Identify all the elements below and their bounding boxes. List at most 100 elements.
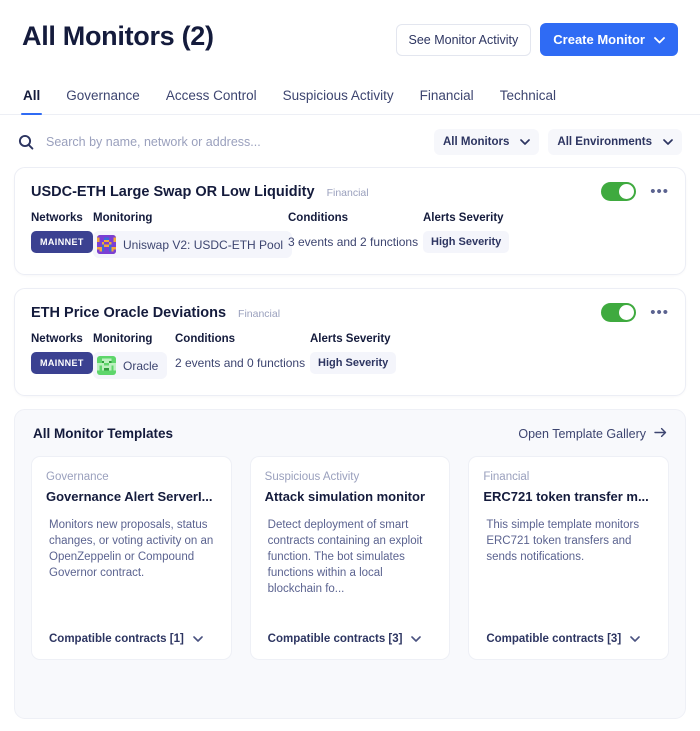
more-options-icon[interactable]: •••: [650, 305, 669, 320]
monitor-severity-column: Alerts Severity High Severity: [423, 212, 510, 253]
create-monitor-button[interactable]: Create Monitor: [540, 23, 678, 56]
page-title: All Monitors (2): [22, 21, 214, 51]
all-environments-filter-label: All Environments: [557, 136, 652, 148]
monitor-card-header: ETH Price Oracle Deviations Financial ••…: [31, 303, 669, 322]
monitoring-label: Monitoring: [93, 333, 153, 345]
compatible-contracts-label: Compatible contracts [1]: [49, 633, 184, 645]
monitors-page: All Monitors (2) See Monitor Activity Cr…: [0, 0, 700, 731]
search-input[interactable]: [46, 135, 424, 149]
monitor-card[interactable]: USDC-ETH Large Swap OR Low Liquidity Fin…: [14, 167, 686, 275]
search-icon: [18, 134, 34, 150]
category-tabs: All Governance Access Control Suspicious…: [0, 78, 700, 115]
identicon-icon: [97, 356, 116, 375]
conditions-label: Conditions: [175, 333, 236, 345]
monitor-category: Financial: [238, 307, 281, 320]
chevron-down-icon: [411, 634, 422, 644]
network-badge: MAINNET: [31, 231, 93, 253]
network-badge: MAINNET: [31, 352, 93, 374]
all-monitors-filter-label: All Monitors: [442, 136, 510, 148]
monitor-name: USDC-ETH Large Swap OR Low Liquidity: [31, 183, 315, 200]
conditions-label: Conditions: [288, 212, 349, 224]
monitor-name: ETH Price Oracle Deviations: [31, 304, 227, 321]
templates-header: All Monitor Templates Open Template Gall…: [31, 426, 669, 441]
compatible-contracts-toggle[interactable]: Compatible contracts [3]: [265, 633, 436, 645]
chevron-down-icon: [520, 136, 531, 148]
header-actions: See Monitor Activity Create Monitor: [395, 18, 678, 56]
template-description: This simple template monitors ERC721 tok…: [486, 519, 640, 563]
tab-governance[interactable]: Governance: [53, 78, 153, 114]
more-options-icon[interactable]: •••: [650, 184, 669, 199]
networks-label: Networks: [31, 333, 83, 345]
all-environments-filter[interactable]: All Environments: [548, 129, 682, 155]
search-wrapper: [18, 134, 424, 150]
alerts-severity-label: Alerts Severity: [423, 212, 504, 224]
compatible-contracts-label: Compatible contracts [3]: [486, 633, 622, 645]
monitoring-target-label: Oracle: [123, 358, 159, 373]
status-badge: High Severity: [423, 231, 510, 253]
template-card[interactable]: Financial ERC721 token transfer m... Thi…: [468, 456, 669, 660]
filter-group: All Monitors All Environments: [433, 129, 682, 155]
compatible-contracts-label: Compatible contracts [3]: [267, 633, 403, 645]
monitor-enabled-toggle[interactable]: [601, 182, 637, 201]
chevron-down-icon: [654, 33, 665, 46]
monitor-card-controls: •••: [601, 182, 669, 201]
template-description: Monitors new proposals, status changes, …: [49, 519, 214, 579]
monitor-identity: ETH Price Oracle Deviations Financial: [31, 305, 280, 321]
template-card[interactable]: Suspicious Activity Attack simulation mo…: [249, 456, 451, 660]
monitor-templates-panel: All Monitor Templates Open Template Gall…: [14, 409, 686, 719]
monitor-conditions-column: Conditions 3 events and 2 functions: [288, 212, 423, 249]
tab-suspicious-activity[interactable]: Suspicious Activity: [270, 78, 407, 114]
toggle-knob: [619, 305, 635, 320]
alerts-severity-label: Alerts Severity: [310, 333, 391, 345]
templates-title: All Monitor Templates: [33, 426, 174, 441]
tab-access-control[interactable]: Access Control: [153, 78, 270, 114]
monitor-card[interactable]: ETH Price Oracle Deviations Financial ••…: [14, 288, 686, 396]
compatible-contracts-toggle[interactable]: Compatible contracts [3]: [483, 633, 654, 645]
open-template-gallery-label: Open Template Gallery: [518, 426, 646, 441]
template-description: Detect deployment of smart contracts con…: [267, 519, 423, 595]
template-category: Suspicious Activity: [264, 471, 360, 483]
monitor-category: Financial: [326, 186, 369, 199]
template-title: ERC721 token transfer m...: [483, 489, 649, 504]
monitor-conditions-column: Conditions 2 events and 0 functions: [175, 333, 310, 370]
monitor-enabled-toggle[interactable]: [601, 303, 637, 322]
page-body: USDC-ETH Large Swap OR Low Liquidity Fin…: [0, 167, 700, 731]
status-badge: High Severity: [310, 352, 397, 374]
template-category: Financial: [483, 471, 530, 483]
chevron-down-icon: [663, 136, 673, 148]
identicon-icon: [97, 235, 116, 254]
networks-label: Networks: [31, 212, 83, 224]
monitoring-label: Monitoring: [93, 212, 153, 224]
page-header: All Monitors (2) See Monitor Activity Cr…: [0, 0, 700, 56]
monitor-card-header: USDC-ETH Large Swap OR Low Liquidity Fin…: [31, 182, 669, 201]
search-filter-row: All Monitors All Environments: [0, 115, 700, 167]
monitoring-target-chip[interactable]: Oracle: [93, 352, 168, 379]
monitor-monitoring-column: Monitoring: [93, 333, 175, 379]
open-template-gallery-link[interactable]: Open Template Gallery: [518, 427, 667, 441]
template-title: Governance Alert ServerI...: [46, 489, 213, 504]
chevron-down-icon: [630, 634, 640, 644]
tab-all[interactable]: All: [10, 78, 53, 115]
monitor-networks-column: Networks MAINNET: [31, 333, 93, 374]
create-monitor-label: Create Monitor: [553, 32, 645, 47]
arrow-right-icon: [654, 427, 667, 441]
see-monitor-activity-button[interactable]: See Monitor Activity: [395, 23, 532, 56]
tab-financial[interactable]: Financial: [407, 78, 487, 114]
conditions-value: 3 events and 2 functions: [288, 235, 419, 249]
template-title: Attack simulation monitor: [264, 489, 426, 504]
monitor-details: Networks MAINNET Monitoring: [31, 333, 669, 379]
monitoring-target-label: Uniswap V2: USDC-ETH Pool: [123, 237, 284, 252]
all-monitors-filter[interactable]: All Monitors: [433, 129, 540, 155]
compatible-contracts-toggle[interactable]: Compatible contracts [1]: [46, 633, 217, 645]
conditions-value: 2 events and 0 functions: [175, 356, 306, 370]
tab-technical[interactable]: Technical: [487, 78, 569, 114]
template-card[interactable]: Governance Governance Alert ServerI... M…: [31, 456, 232, 660]
monitor-networks-column: Networks MAINNET: [31, 212, 93, 253]
chevron-down-icon: [193, 634, 203, 644]
monitor-details: Networks MAINNET Monitoring: [31, 212, 669, 258]
template-cards-grid: Governance Governance Alert ServerI... M…: [31, 456, 669, 660]
monitoring-target-chip[interactable]: Uniswap V2: USDC-ETH Pool: [93, 231, 293, 258]
monitor-monitoring-column: Monitoring: [93, 212, 293, 258]
template-category: Governance: [46, 471, 109, 483]
toggle-knob: [619, 184, 635, 199]
